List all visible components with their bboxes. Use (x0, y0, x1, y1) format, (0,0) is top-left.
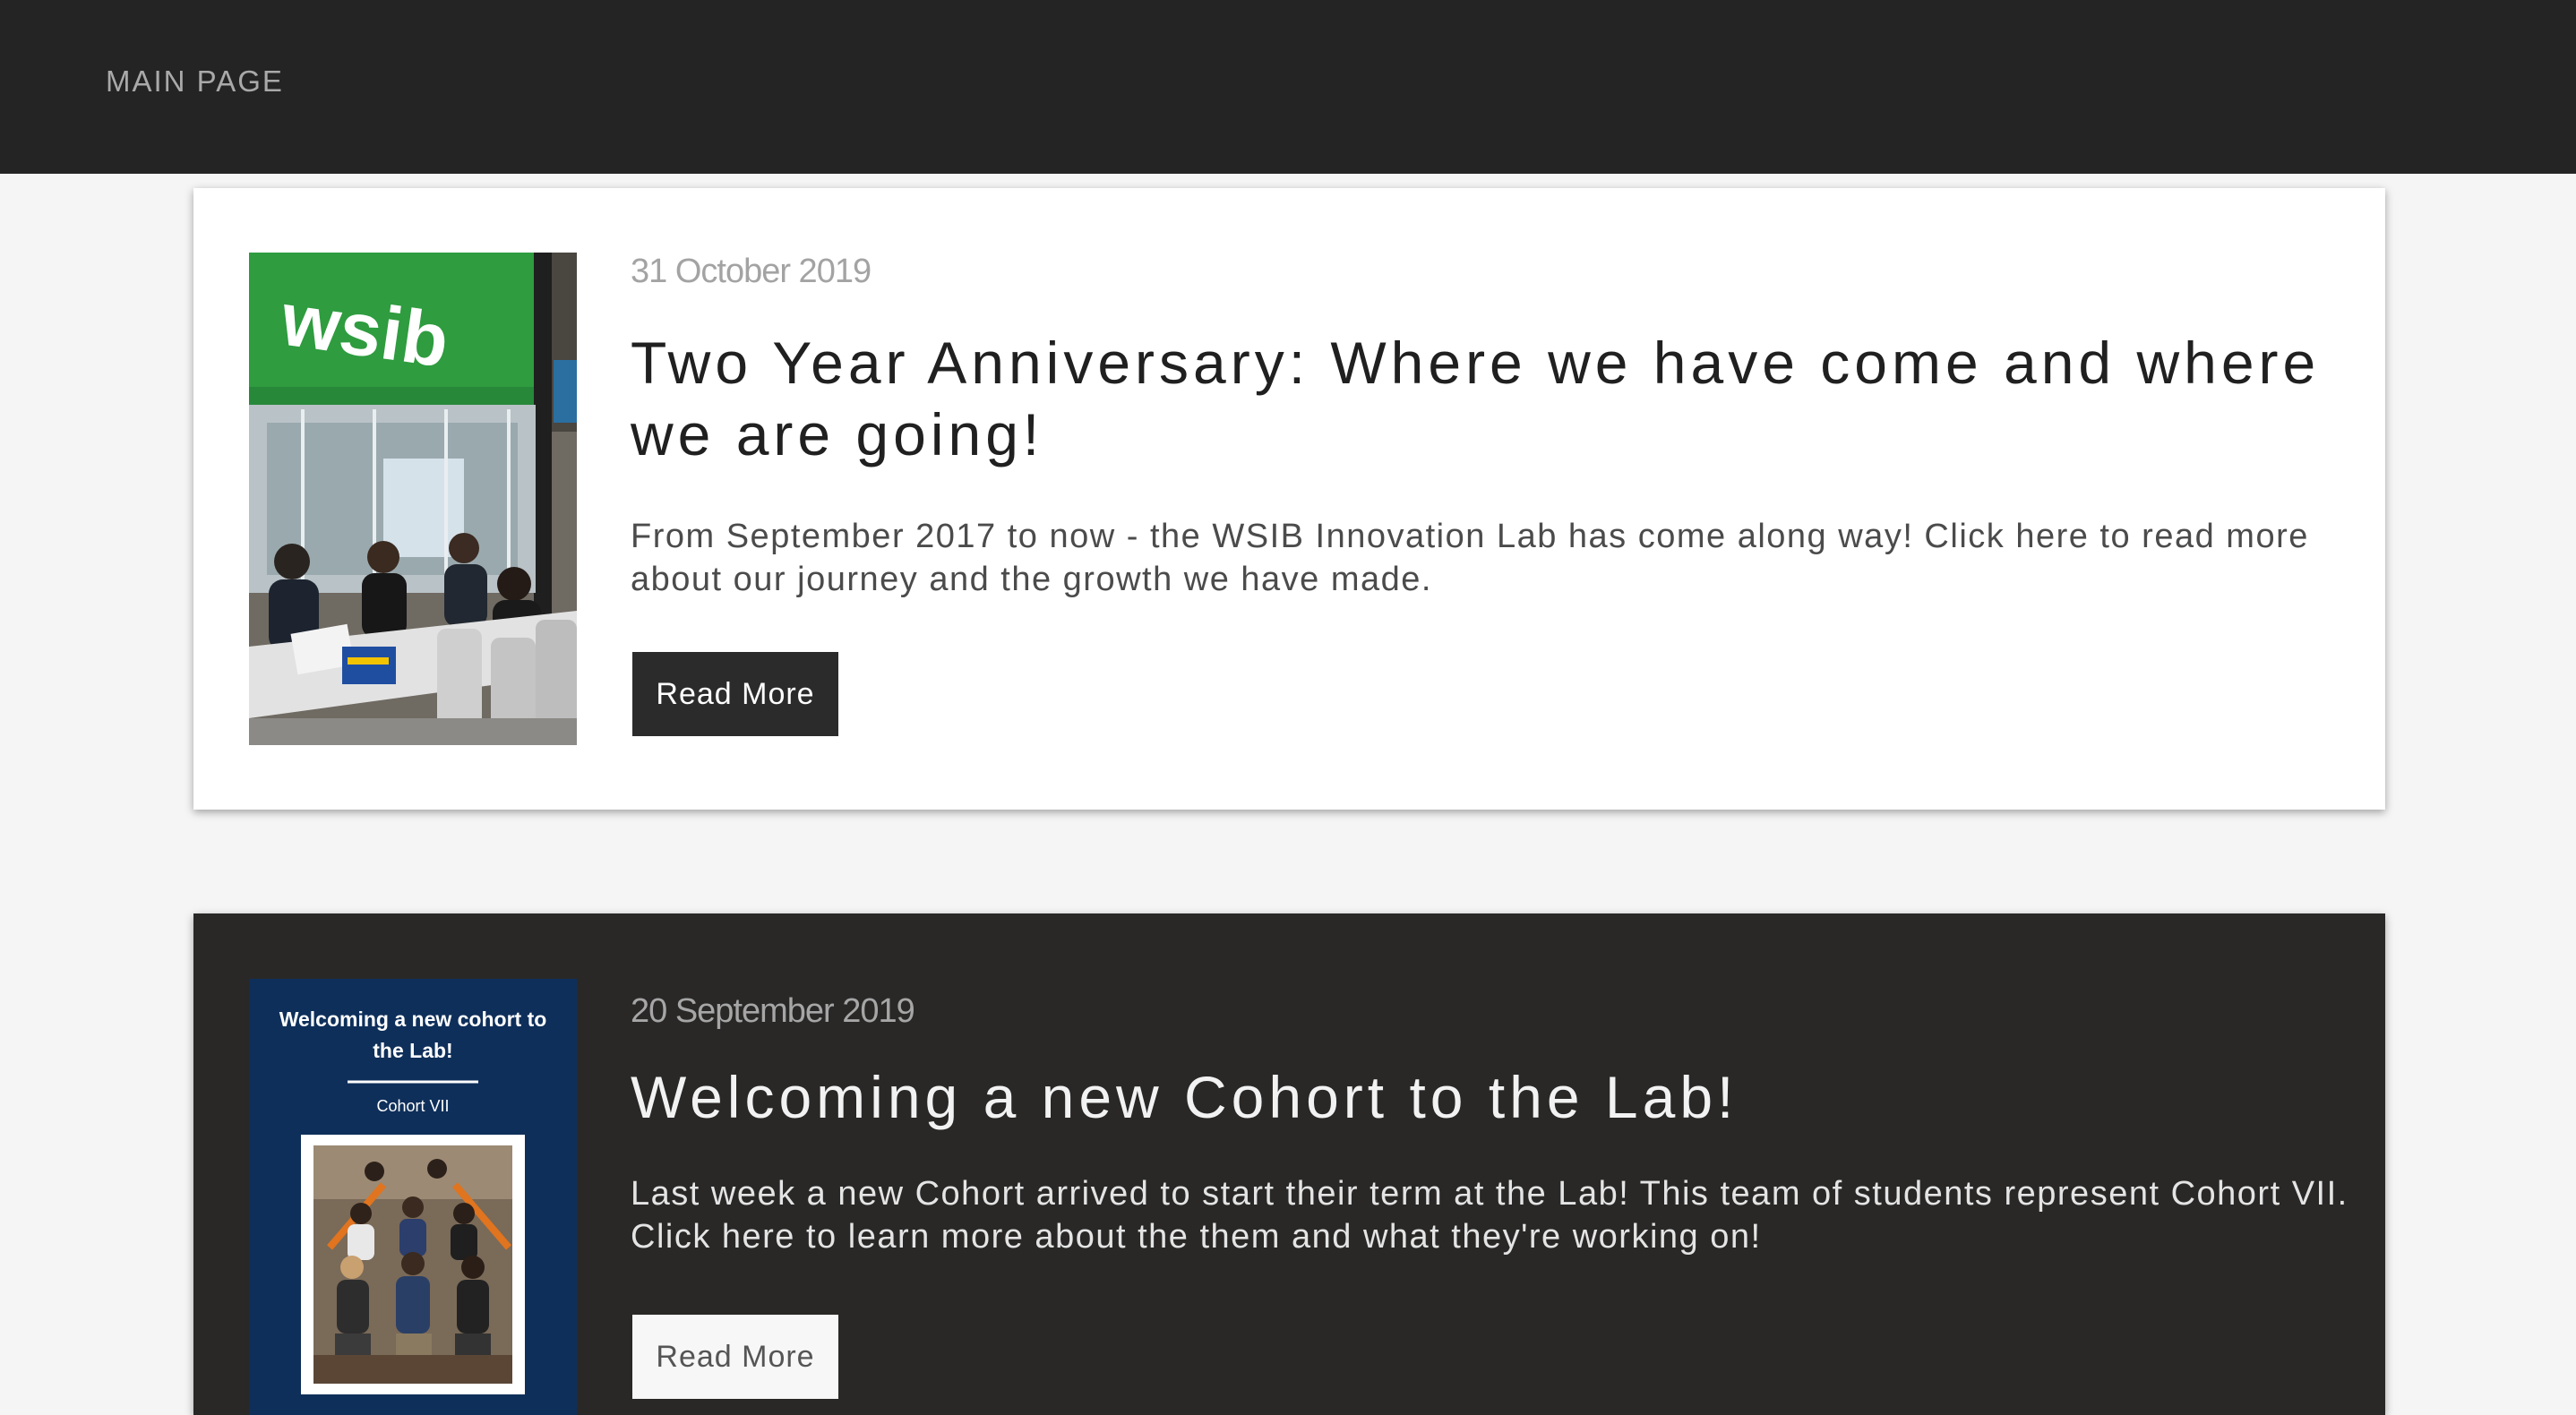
read-more-button[interactable]: Read More (632, 652, 838, 736)
post-title[interactable]: Welcoming a new Cohort to the Lab! (631, 1061, 2385, 1133)
post-date: 31 October 2019 (631, 253, 872, 290)
post-description: From September 2017 to now - the WSIB In… (631, 518, 2309, 598)
blog-post-card: wsib 31 October 2019 Two Year Anniversar… (193, 188, 2385, 810)
post-date: 20 September 2019 (631, 992, 915, 1030)
cohort-poster-heading: Welcoming a new cohort to the Lab! (279, 1008, 547, 1062)
post-content: 31 October 2019 Two Year Anniversary: Wh… (631, 253, 2385, 601)
post-title[interactable]: Two Year Anniversary: Where we have come… (631, 327, 2385, 470)
read-more-button[interactable]: Read More (632, 1315, 838, 1399)
top-navigation-bar: MAIN PAGE (0, 0, 2576, 174)
post-description: Last week a new Cohort arrived to start … (631, 1175, 2348, 1256)
post-content: 20 September 2019 Welcoming a new Cohort… (631, 992, 2385, 1258)
nav-main-page-link[interactable]: MAIN PAGE (106, 64, 284, 99)
wsib-office-photo: wsib (249, 253, 577, 745)
post-thumbnail-wsib-office[interactable]: wsib (249, 253, 577, 745)
cohort-poster-subheading: Cohort VII (376, 1097, 450, 1115)
post-thumbnail-cohort-vii[interactable]: Welcoming a new cohort to the Lab! Cohor… (249, 979, 577, 1415)
blog-post-card: Welcoming a new cohort to the Lab! Cohor… (193, 913, 2385, 1415)
